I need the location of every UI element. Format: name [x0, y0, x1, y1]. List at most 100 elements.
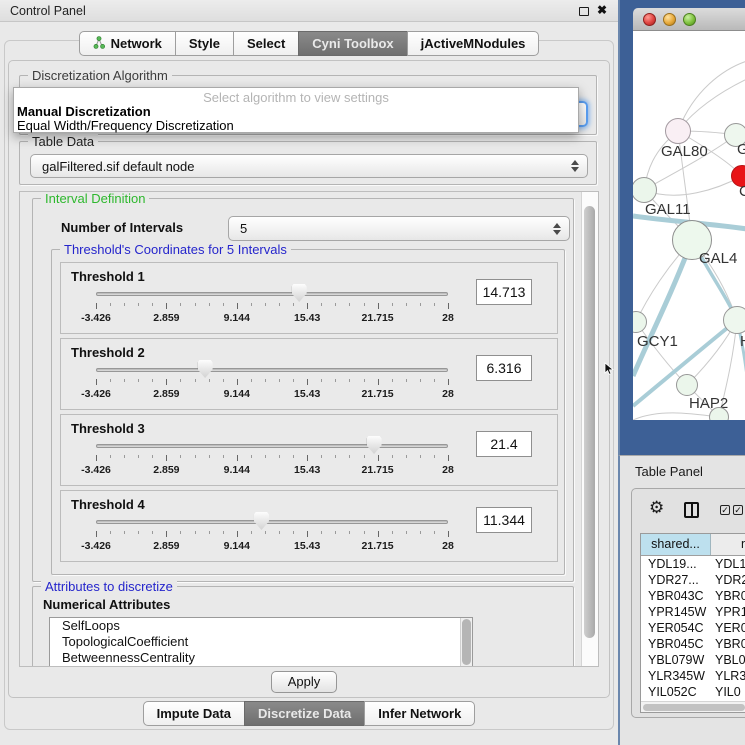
threshold-slider-track[interactable]: [96, 520, 448, 524]
checkbox-icon[interactable]: ✓: [720, 505, 730, 515]
table-row[interactable]: YIL052CYIL0: [641, 684, 745, 700]
apply-button[interactable]: Apply: [271, 671, 337, 693]
table-row[interactable]: YDR27...YDR2: [641, 572, 745, 588]
table-row[interactable]: YLR345WYLR3: [641, 668, 745, 684]
tick-label: 28: [442, 388, 454, 400]
tab-label: Network: [111, 36, 162, 51]
table-hscrollbar[interactable]: [641, 701, 745, 712]
threshold-slider-handle[interactable]: [254, 512, 269, 530]
network-node[interactable]: [709, 407, 729, 420]
tab-style[interactable]: Style: [175, 31, 234, 56]
minimize-traffic-light-icon[interactable]: [663, 13, 676, 26]
cell-name[interactable]: YBL0: [711, 652, 745, 668]
cell-shared-name[interactable]: YDR27...: [641, 572, 711, 588]
cell-name[interactable]: YLR3: [711, 668, 745, 684]
settings-scrollbar-thumb[interactable]: [584, 206, 595, 638]
threshold-value-field[interactable]: 21.4: [476, 431, 532, 457]
column-header-name[interactable]: na: [711, 534, 745, 555]
tick-mark: [307, 303, 308, 309]
threshold-slider-track[interactable]: [96, 292, 448, 296]
tab-jactivemnodules[interactable]: jActiveMNodules: [407, 31, 540, 56]
threshold-slider-handle[interactable]: [292, 284, 307, 302]
network-node[interactable]: [676, 374, 698, 396]
threshold-slider-handle[interactable]: [198, 360, 213, 378]
tick-mark: [96, 379, 97, 385]
zoom-traffic-light-icon[interactable]: [683, 13, 696, 26]
mouse-cursor: [604, 362, 614, 381]
threshold-slider-track[interactable]: [96, 368, 448, 372]
table-row[interactable]: YBR045CYBR0: [641, 636, 745, 652]
table-hscrollbar-thumb[interactable]: [643, 704, 745, 711]
popup-option-manual-discretization[interactable]: Manual Discretization: [17, 104, 151, 119]
threshold-value-field[interactable]: 14.713: [476, 279, 532, 305]
cell-shared-name[interactable]: YIL052C: [641, 684, 711, 700]
cell-shared-name[interactable]: YLR345W: [641, 668, 711, 684]
tick-label: 15.43: [294, 312, 320, 324]
settings-scrollbar[interactable]: [581, 192, 598, 666]
table-panel: ⚙ ✓ ✓ shared... na YDL19...YDL1YDR27...Y…: [631, 488, 745, 718]
close-icon[interactable]: ✖: [597, 3, 607, 17]
table-row[interactable]: YBR043CYBR0: [641, 588, 745, 604]
table-row[interactable]: YDL19...YDL1: [641, 556, 745, 572]
table-data-combo[interactable]: galFiltered.sif default node: [30, 154, 588, 178]
tick-mark: [378, 379, 379, 385]
tick-mark: [279, 379, 280, 382]
tab-discretize-data[interactable]: Discretize Data: [244, 701, 365, 726]
column-header-shared-name[interactable]: shared...: [641, 534, 711, 555]
threshold-value-field[interactable]: 6.316: [476, 355, 532, 381]
tab-cyni-toolbox[interactable]: Cyni Toolbox: [298, 31, 407, 56]
cell-shared-name[interactable]: YDL19...: [641, 556, 711, 572]
node-table[interactable]: shared... na YDL19...YDL1YDR27...YDR2YBR…: [640, 533, 745, 713]
gear-icon[interactable]: ⚙: [649, 499, 664, 517]
tick-mark: [96, 455, 97, 461]
network-canvas[interactable]: GAL80GACGAL11GAL4GCY1HHAP2: [633, 31, 745, 420]
table-row[interactable]: YPR145WYPR1: [641, 604, 745, 620]
threshold-slider-track[interactable]: [96, 444, 448, 448]
cell-name[interactable]: YDR2: [711, 572, 745, 588]
table-row[interactable]: YBL079WYBL0: [641, 652, 745, 668]
tick-mark: [448, 455, 449, 461]
attribute-list-item[interactable]: SelfLoops: [50, 618, 472, 634]
threshold-slider-handle[interactable]: [367, 436, 382, 454]
float-window-icon[interactable]: [579, 7, 589, 16]
tick-mark: [251, 379, 252, 382]
network-node[interactable]: [665, 118, 691, 144]
number-of-intervals-combo[interactable]: 5: [228, 216, 570, 241]
tick-mark: [209, 303, 210, 306]
cell-name[interactable]: YPR1: [711, 604, 745, 620]
cell-name[interactable]: YBR0: [711, 588, 745, 604]
column-layout-icon[interactable]: [684, 502, 699, 518]
tick-mark: [209, 455, 210, 458]
cell-shared-name[interactable]: YPR145W: [641, 604, 711, 620]
network-window: GAL80GACGAL11GAL4GCY1HHAP2: [633, 8, 745, 420]
attributes-list[interactable]: SelfLoopsTopologicalCoefficientBetweenne…: [49, 617, 473, 667]
cell-shared-name[interactable]: YBR043C: [641, 588, 711, 604]
threshold-2-panel: Threshold 2 -3.4262.8599.14415.4321.7152…: [60, 338, 558, 410]
threshold-value-field[interactable]: 11.344: [476, 507, 532, 533]
thresholds-group-label: Threshold's Coordinates for 5 Intervals: [60, 242, 291, 257]
cell-name[interactable]: YER0: [711, 620, 745, 636]
attributes-list-scrollbar[interactable]: [460, 618, 472, 666]
cell-shared-name[interactable]: YBL079W: [641, 652, 711, 668]
table-row[interactable]: YER054CYER0: [641, 620, 745, 636]
tick-label: 15.43: [294, 464, 320, 476]
threshold-label: Threshold 1: [71, 269, 145, 284]
tab-select[interactable]: Select: [233, 31, 299, 56]
tick-mark: [251, 303, 252, 306]
network-node[interactable]: [723, 306, 745, 334]
popup-option-equal-width-frequency[interactable]: Equal Width/Frequency Discretization: [17, 118, 234, 133]
cell-name[interactable]: YBR0: [711, 636, 745, 652]
checkbox-icon[interactable]: ✓: [733, 505, 743, 515]
tab-infer-network[interactable]: Infer Network: [364, 701, 475, 726]
discretization-algorithm-group-label: Discretization Algorithm: [28, 68, 172, 83]
attribute-list-item[interactable]: BetweennessCentrality: [50, 650, 472, 666]
close-traffic-light-icon[interactable]: [643, 13, 656, 26]
cell-shared-name[interactable]: YER054C: [641, 620, 711, 636]
cell-shared-name[interactable]: YBR045C: [641, 636, 711, 652]
tab-network[interactable]: Network: [79, 31, 176, 56]
cell-name[interactable]: YDL1: [711, 556, 745, 572]
network-window-titlebar[interactable]: [633, 8, 745, 31]
tab-impute-data[interactable]: Impute Data: [143, 701, 245, 726]
attribute-list-item[interactable]: TopologicalCoefficient: [50, 634, 472, 650]
cell-name[interactable]: YIL0: [711, 684, 745, 700]
